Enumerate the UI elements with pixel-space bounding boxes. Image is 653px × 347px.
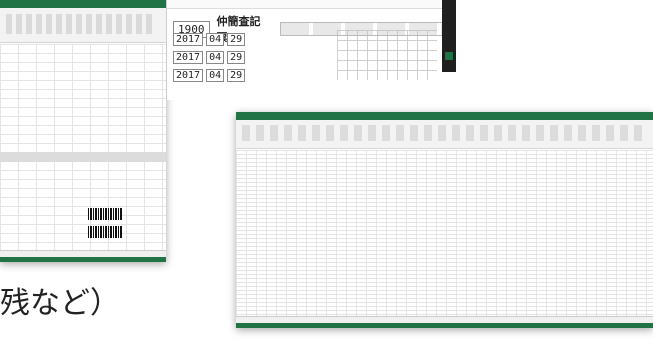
dark-side-panel [442, 0, 456, 72]
date-month-2[interactable]: 04 [206, 51, 225, 64]
date-month-1[interactable]: 04 [206, 33, 225, 46]
date-row-1: 2017 04 29 [173, 33, 246, 46]
date-day-2[interactable]: 29 [227, 51, 246, 64]
right-ribbon-icons [242, 125, 642, 141]
date-month-3[interactable]: 04 [206, 69, 225, 82]
barcode-1 [88, 208, 122, 220]
date-day-3[interactable]: 29 [227, 69, 246, 82]
form-titlebar [167, 0, 443, 9]
right-ribbon [236, 120, 653, 149]
left-selected-row [0, 152, 166, 162]
date-day-1[interactable]: 29 [227, 33, 246, 46]
date-year-3[interactable]: 2017 [173, 69, 204, 82]
right-statusbar [236, 323, 653, 328]
form-window: 1900 仲簡査記票 2017 04 29 2017 04 29 2017 04… [166, 0, 443, 100]
excel-icon[interactable] [445, 52, 453, 60]
right-excel-window [236, 112, 653, 328]
left-sheet-tabs[interactable] [0, 250, 166, 257]
right-titlebar [236, 112, 653, 120]
left-sheet-grid[interactable] [0, 44, 166, 254]
left-titlebar [0, 0, 166, 8]
date-year-1[interactable]: 2017 [173, 33, 204, 46]
left-statusbar [0, 257, 166, 262]
date-row-2: 2017 04 29 [173, 51, 246, 64]
left-ribbon-icons [6, 14, 156, 34]
right-sheet-grid[interactable] [236, 150, 653, 316]
date-year-2[interactable]: 2017 [173, 51, 204, 64]
caption-text: 残など） [0, 286, 120, 321]
left-ribbon [0, 8, 166, 43]
barcode-2 [88, 226, 122, 238]
form-checkbox-grid[interactable] [337, 30, 437, 80]
right-sheet-tabs[interactable] [236, 316, 653, 323]
date-row-3: 2017 04 29 [173, 69, 246, 82]
left-excel-window [0, 0, 166, 262]
